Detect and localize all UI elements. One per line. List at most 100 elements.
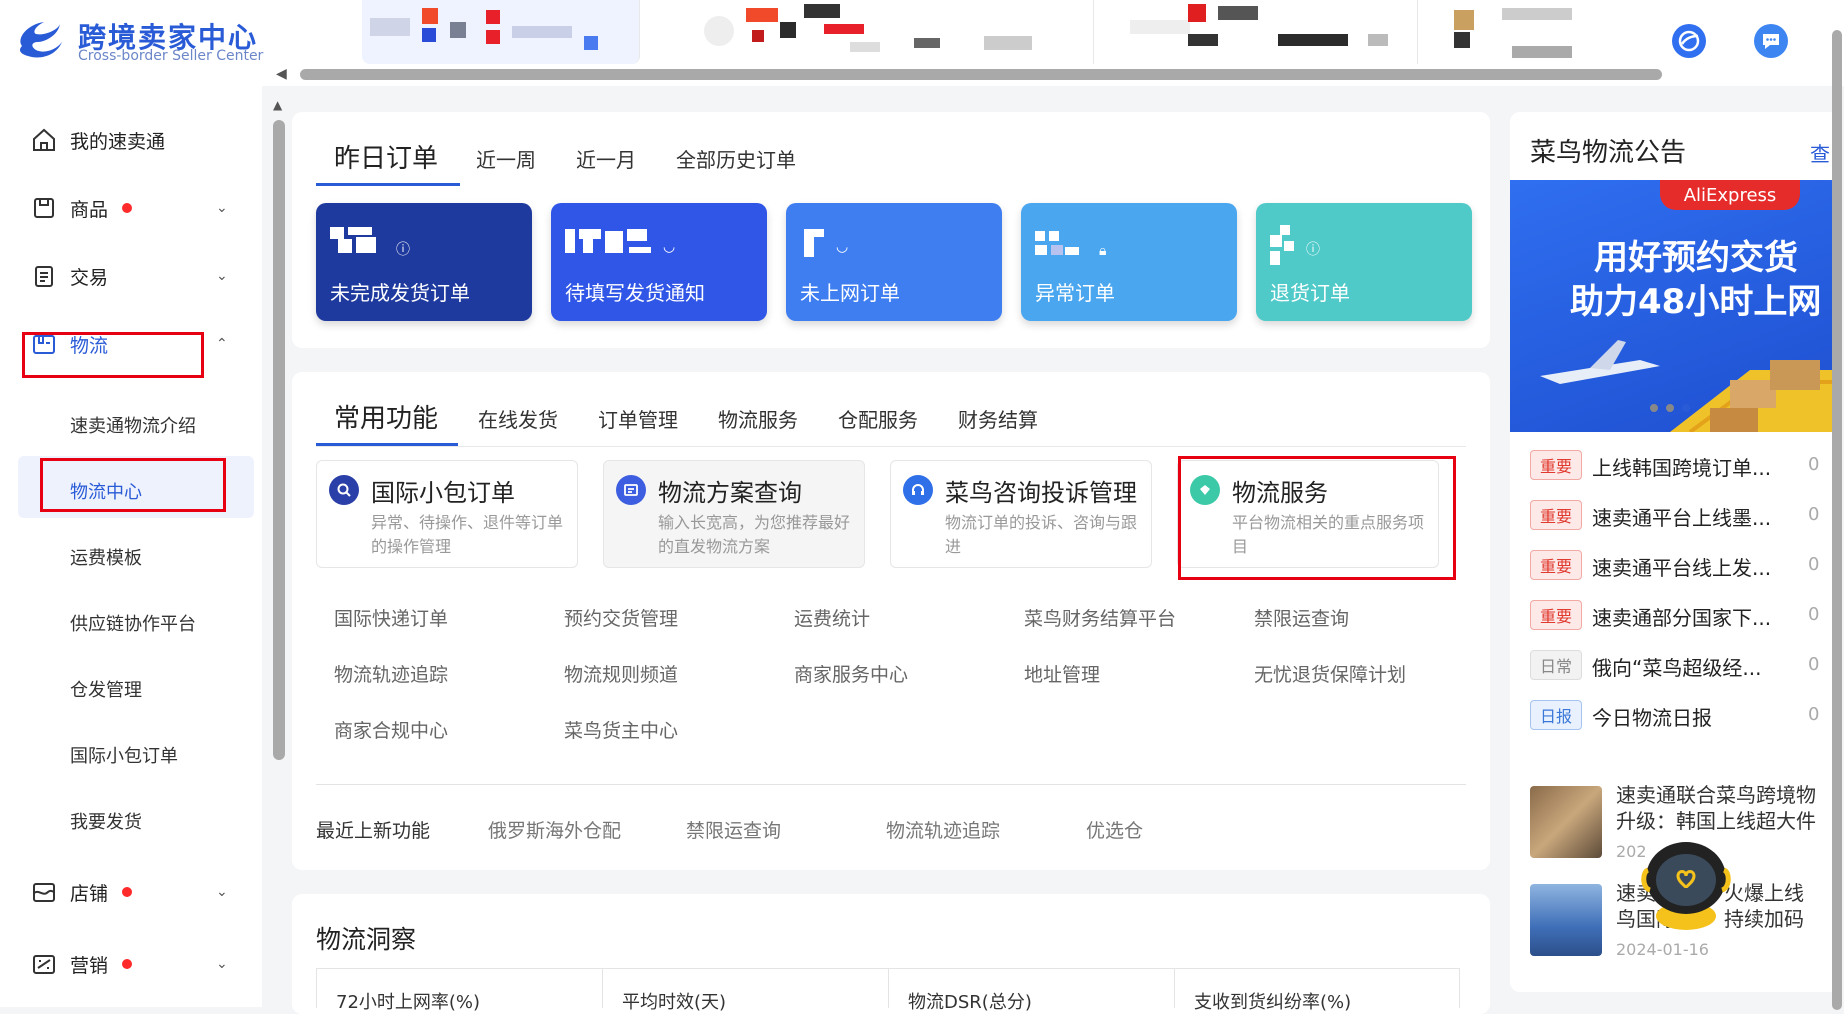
news-title-line[interactable]: 升级：韩国上线超大件 [1616,808,1816,834]
tab-last-week[interactable]: 近一周 [476,144,536,173]
divider [888,968,889,1008]
tab-warehouse-service[interactable]: 仓配服务 [838,404,918,433]
sidebar-item-label: 交易 [70,266,109,289]
link-item[interactable]: 菜鸟货主中心 [564,716,678,743]
link-item[interactable]: 无忧退货保障计划 [1254,660,1406,687]
notice-badge: 重要 [1530,500,1582,530]
notice-banner[interactable]: AliExpress 用好预约交货 助力48小时上网 [1510,180,1832,432]
chat-icon[interactable] [1754,24,1788,58]
link-item[interactable]: 国际快递订单 [334,604,448,631]
tile-count-blurred [565,225,655,268]
recent-feature-link[interactable]: 物流轨迹追踪 [886,816,1000,843]
news-thumbnail[interactable] [1530,786,1602,858]
news-title-line[interactable]: 火爆上线 [1724,880,1804,906]
news-date: 2024-01-16 [1616,940,1709,959]
tab-all-history[interactable]: 全部历史订单 [676,144,796,173]
sidebar-subitem[interactable]: 运费模板 [70,544,142,570]
scroll-up-arrow-icon[interactable]: ▲ [273,98,282,112]
notice-item-text[interactable]: 速卖通平台线上发... [1592,552,1771,581]
tab-order-management[interactable]: 订单管理 [598,404,678,433]
link-item[interactable]: 预约交货管理 [564,604,678,631]
news-title-line[interactable]: 持续加码 [1724,906,1804,932]
notice-item-text[interactable]: 今日物流日报 [1592,702,1712,731]
func-card-complaint[interactable]: 菜鸟咨询投诉管理 物流订单的投诉、咨询与跟进 [890,460,1152,568]
tab-online-shipping[interactable]: 在线发货 [478,404,558,433]
notice-item-text[interactable]: 速卖通部分国家下... [1592,602,1771,631]
scroll-left-arrow-icon[interactable]: ◀ [276,66,287,82]
sidebar-subitem[interactable]: 我要发货 [70,808,142,834]
carousel-dot-active[interactable] [1682,404,1690,412]
sidebar-subitem[interactable]: 供应链协作平台 [70,610,196,636]
assistant-robot-icon[interactable] [1640,832,1732,932]
tile-pending-notice[interactable]: ◡ 待填写发货通知 [551,203,767,321]
highlight-box [1178,456,1456,580]
notice-badge: 重要 [1530,450,1582,480]
sidebar-item-label: 营销 [70,954,109,977]
brand-logo-icon[interactable] [14,16,64,60]
tab-finance-settlement[interactable]: 财务结算 [958,404,1038,433]
highlight-box [40,458,226,512]
tab-last-month[interactable]: 近一月 [576,144,636,173]
link-item[interactable]: 地址管理 [1024,660,1100,687]
tab-common-functions[interactable]: 常用功能 [334,398,438,435]
info-icon[interactable]: ◡ [836,239,848,255]
notice-badge: 日报 [1530,700,1582,730]
sidebar-subitem[interactable]: 速卖通物流介绍 [70,412,196,438]
globe-icon[interactable] [1672,24,1706,58]
sidebar-item-trade[interactable]: 交易 ⌄ [0,250,262,302]
view-more-link[interactable]: 查 [1810,138,1830,167]
link-item[interactable]: 禁限运查询 [1254,604,1349,631]
sidebar-subitem[interactable]: 国际小包订单 [70,742,178,768]
sidebar-item-label: 我的速卖通 [70,130,166,153]
link-item[interactable]: 商家合规中心 [334,716,448,743]
shop-tab-2[interactable] [664,0,1094,64]
tab-yesterday-orders[interactable]: 昨日订单 [334,138,438,175]
recent-feature-link[interactable]: 俄罗斯海外仓配 [488,816,621,843]
carousel-dot[interactable] [1666,404,1674,412]
news-thumbnail[interactable] [1530,884,1602,956]
link-item[interactable]: 运费统计 [794,604,870,631]
sidebar-item-products[interactable]: 商品 ⌄ [0,182,262,234]
page-vertical-scrollbar[interactable] [1832,30,1842,1010]
news-title-line[interactable]: 速卖通联合菜鸟跨境物 [1616,782,1816,808]
recent-features-label: 最近上新功能 [316,820,431,842]
notice-item-text[interactable]: 速卖通平台上线墨... [1592,502,1771,531]
trade-icon [30,262,58,290]
info-icon[interactable]: ◡ [663,239,675,255]
sidebar-subitem[interactable]: 仓发管理 [70,676,142,702]
sidebar-scrollbar[interactable] [273,120,285,760]
notice-item-text[interactable]: 上线韩国跨境订单... [1592,452,1771,481]
func-card-intl-parcel[interactable]: 国际小包订单 异常、待操作、退件等订单的操作管理 [316,460,578,568]
info-icon[interactable]: ⓘ [396,239,410,259]
tile-unshipped-orders[interactable]: ⓘ 未完成发货订单 [316,203,532,321]
func-card-desc: 物流订单的投诉、咨询与跟进 [945,513,1138,556]
sidebar-item-marketing[interactable]: 营销 ⌄ [0,938,262,990]
headset-icon [903,475,933,505]
carousel-dot[interactable] [1650,404,1658,412]
tile-label: 未完成发货订单 [330,281,470,305]
tile-not-online-orders[interactable]: ◡ 未上网订单 [786,203,1002,321]
horizontal-scrollbar[interactable] [300,69,1662,80]
shop-tab-4[interactable] [1442,0,1642,64]
notice-badge: 日常 [1530,650,1582,680]
tile-return-orders[interactable]: ⓘ 退货订单 [1256,203,1472,321]
func-card-logistics-plan[interactable]: 物流方案查询 输入长宽高，为您推荐最好的直发物流方案 [603,460,865,568]
recent-feature-link[interactable]: 禁限运查询 [686,816,781,843]
link-item[interactable]: 菜鸟财务结算平台 [1024,604,1176,631]
sidebar-item-store[interactable]: 店铺 ⌄ [0,866,262,918]
notice-item-text[interactable]: 俄向“菜鸟超级经... [1592,652,1761,681]
chevron-down-icon: ⌄ [216,884,228,900]
sidebar-item-home[interactable]: 我的速卖通 [0,114,262,166]
link-item[interactable]: 物流轨迹追踪 [334,660,448,687]
info-icon[interactable]: ⓘ [1306,239,1320,259]
divider [1174,968,1175,1008]
notification-dot [122,887,132,897]
tile-label: 待填写发货通知 [565,281,705,305]
recent-feature-link[interactable]: 优选仓 [1086,816,1143,843]
tab-logistics-service[interactable]: 物流服务 [718,404,798,433]
link-item[interactable]: 物流规则频道 [564,660,678,687]
shop-tab-1[interactable] [362,0,640,64]
link-item[interactable]: 商家服务中心 [794,660,908,687]
shop-tab-3[interactable] [1118,0,1418,64]
tile-abnormal-orders[interactable]: 🔒︎ 异常订单 [1021,203,1237,321]
